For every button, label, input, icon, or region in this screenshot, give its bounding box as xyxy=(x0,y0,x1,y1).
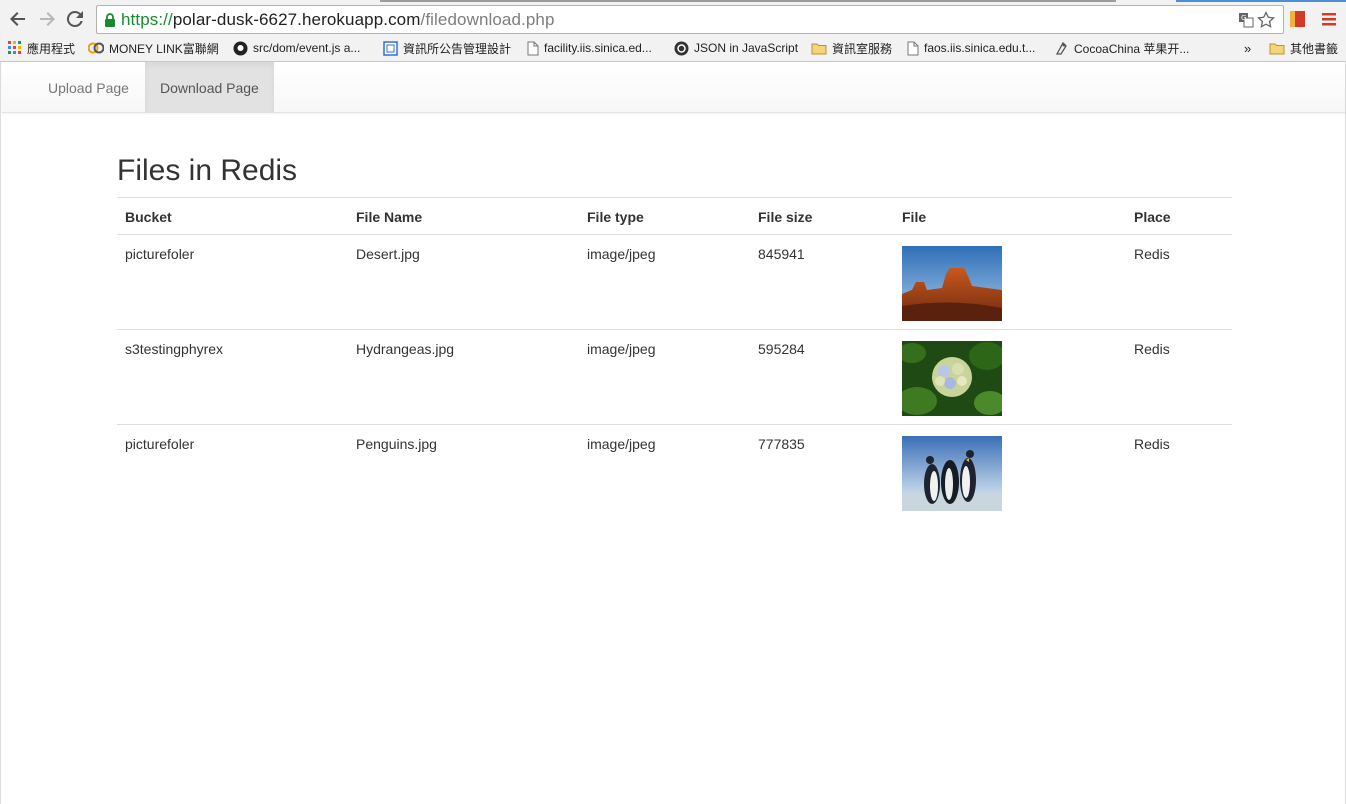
url-text: https://polar-dusk-6627.herokuapp.com/fi… xyxy=(121,10,555,30)
column-header-file-size: File size xyxy=(750,197,894,235)
page-icon xyxy=(527,41,539,56)
page-content: Upload Page Download Page Files in Redis… xyxy=(0,62,1346,804)
cell-file-type: image/jpeg xyxy=(579,234,750,330)
cell-file-name: Penguins.jpg xyxy=(356,436,437,452)
bookmark-star-icon[interactable] xyxy=(1257,11,1275,29)
cell-bucket: picturefoler xyxy=(117,234,348,330)
cell-file-size: 777835 xyxy=(758,436,805,452)
translate-icon[interactable]: G xyxy=(1238,12,1254,28)
bookmark-faos[interactable]: faos.iis.sinica.edu.t... xyxy=(907,39,1035,57)
bookmark-facility[interactable]: facility.iis.sinica.ed... xyxy=(527,39,652,57)
moneylink-icon xyxy=(88,42,104,54)
bookmark-iis-announce[interactable]: 資訊所公告管理設計 xyxy=(383,39,511,57)
table-row: picturefoler Desert.jpg image/jpeg 84594… xyxy=(117,234,1232,330)
bookmark-label: 其他書籤 xyxy=(1290,41,1339,56)
extension-icon[interactable] xyxy=(1289,10,1306,28)
bookmark-label: src/dom/event.js a... xyxy=(253,41,361,55)
lock-icon xyxy=(105,13,115,27)
page-icon xyxy=(907,41,919,56)
cell-file-size: 845941 xyxy=(750,234,894,330)
nav-download-page[interactable]: Download Page xyxy=(145,62,274,113)
tab-edge xyxy=(380,0,1116,2)
table-header-row: Bucket File Name File type File size Fil… xyxy=(117,197,1232,235)
column-header-file: File xyxy=(894,197,1126,235)
cell-bucket: s3testingphyrex xyxy=(117,329,348,425)
back-button[interactable] xyxy=(7,8,29,30)
table-row: picturefoler Penguins.jpg image/jpeg 777… xyxy=(117,425,1232,520)
cell-place: Redis xyxy=(1134,436,1170,452)
page-blue-icon xyxy=(383,40,398,56)
cell-file-name: Hydrangeas.jpg xyxy=(348,329,579,425)
cocoachina-icon xyxy=(1054,41,1069,56)
forward-arrow-icon xyxy=(40,12,55,26)
bookmark-label: 資訊所公告管理設計 xyxy=(403,41,512,56)
bookmark-label: JSON in JavaScript xyxy=(694,41,799,55)
hydrangeas-thumbnail[interactable] xyxy=(902,341,1002,416)
hamburger-menu-icon xyxy=(1322,13,1336,26)
bookmarks-overflow-button[interactable]: » xyxy=(1244,39,1251,57)
url-path: /filedownload.php xyxy=(420,10,555,29)
address-bar[interactable]: https://polar-dusk-6627.herokuapp.com/fi… xyxy=(96,5,1284,34)
bookmark-label: facility.iis.sinica.ed... xyxy=(544,41,652,55)
bookmark-cocoachina[interactable]: CocoaChina 苹果开... xyxy=(1054,39,1189,57)
cell-file-type: image/jpeg xyxy=(587,436,656,452)
reload-button[interactable] xyxy=(64,8,86,30)
bookmark-label: CocoaChina 苹果开... xyxy=(1074,41,1190,56)
bookmark-folder-info[interactable]: 資訊室服務 xyxy=(811,39,892,57)
cell-file xyxy=(894,234,1126,330)
cell-file-type: image/jpeg xyxy=(579,329,750,425)
bookmark-label: faos.iis.sinica.edu.t... xyxy=(924,41,1036,55)
penguins-thumbnail[interactable] xyxy=(902,436,1002,511)
bookmark-label: 資訊室服務 xyxy=(832,41,893,56)
menu-button[interactable] xyxy=(1320,11,1338,27)
top-navbar: Upload Page Download Page xyxy=(2,62,1345,113)
browser-toolbar: https://polar-dusk-6627.herokuapp.com/fi… xyxy=(0,3,1346,36)
bookmarks-bar: 應用程式 MONEY LINK富聯網 src/dom/event.js a...… xyxy=(0,36,1346,60)
column-header-place: Place xyxy=(1126,197,1232,235)
page-title: Files in Redis xyxy=(117,154,298,187)
desert-thumbnail[interactable] xyxy=(902,246,1002,321)
cell-file-size: 595284 xyxy=(750,329,894,425)
bookmark-extension-icon xyxy=(1290,11,1305,27)
nav-upload-page[interactable]: Upload Page xyxy=(33,62,144,113)
url-host: polar-dusk-6627.herokuapp.com xyxy=(172,10,421,29)
table-row: s3testingphyrex Hydrangeas.jpg image/jpe… xyxy=(117,329,1232,425)
cell-bucket: picturefoler xyxy=(125,436,195,452)
cell-file xyxy=(894,425,1126,520)
column-header-file-name: File Name xyxy=(348,197,579,235)
column-header-bucket: Bucket xyxy=(117,197,348,235)
overflow-chevron-icon: » xyxy=(1244,40,1252,56)
browser-chrome: https://polar-dusk-6627.herokuapp.com/fi… xyxy=(0,0,1346,62)
url-scheme: https:// xyxy=(121,10,173,29)
folder-icon xyxy=(1269,42,1285,55)
folder-icon xyxy=(811,42,827,55)
bookmark-apps[interactable]: 應用程式 xyxy=(8,39,75,57)
bookmark-label: 應用程式 xyxy=(27,41,76,56)
json-icon xyxy=(674,41,689,56)
cell-place: Redis xyxy=(1126,329,1232,425)
forward-button[interactable] xyxy=(36,8,58,30)
bookmark-json[interactable]: JSON in JavaScript xyxy=(674,39,798,57)
back-arrow-icon xyxy=(10,12,25,26)
svg-text:G: G xyxy=(1241,14,1246,22)
bookmark-moneylink[interactable]: MONEY LINK富聯網 xyxy=(88,39,219,57)
github-icon xyxy=(233,41,248,56)
cell-place: Redis xyxy=(1126,234,1232,330)
tab-edge-active xyxy=(1176,0,1346,2)
bookmark-github[interactable]: src/dom/event.js a... xyxy=(233,39,360,57)
apps-grid-icon xyxy=(8,41,22,55)
cell-file-name: Desert.jpg xyxy=(348,234,579,330)
reload-icon xyxy=(66,10,83,27)
bookmark-label: MONEY LINK富聯網 xyxy=(109,41,219,56)
cell-file xyxy=(894,329,1126,425)
files-table: Bucket File Name File type File size Fil… xyxy=(117,197,1232,519)
column-header-file-type: File type xyxy=(579,197,750,235)
bookmark-other[interactable]: 其他書籤 xyxy=(1269,39,1338,57)
